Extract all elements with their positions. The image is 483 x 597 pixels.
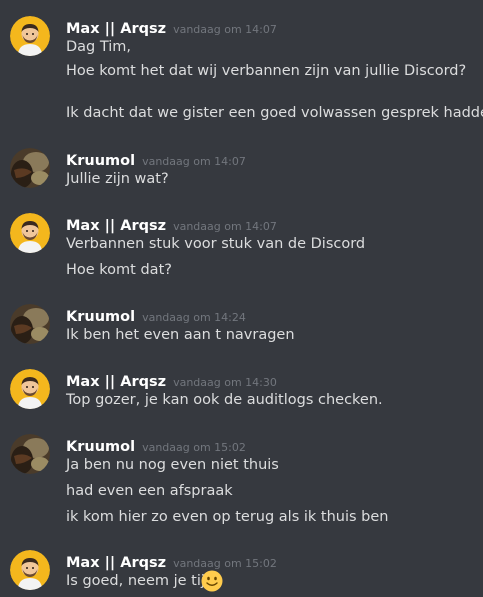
max-avatar-icon[interactable]	[10, 369, 50, 409]
message-text: had even een afspraak	[66, 483, 233, 499]
message-text: Ja ben nu nog even niet thuis	[66, 457, 279, 473]
timestamp: vandaag om 14:24	[142, 311, 246, 324]
kruumol-avatar-icon[interactable]	[10, 148, 50, 188]
message-text: Hoe komt het dat wij verbannen zijn van …	[66, 63, 467, 79]
message-text: Dag Tim,	[66, 39, 132, 55]
author-name[interactable]: Kruumol	[66, 153, 135, 169]
max-avatar-icon[interactable]	[10, 550, 50, 590]
message-text: Ik dacht dat we gister een goed volwasse…	[66, 105, 483, 121]
message-text: ik kom hier zo even op terug als ik thui…	[66, 509, 389, 525]
message-header: Kruumol vandaag om 14:07	[66, 150, 246, 169]
timestamp: vandaag om 14:07	[142, 155, 246, 168]
chat-messages: Max || Arqsz vandaag om 14:07 Dag Tim, Ho…	[0, 0, 483, 597]
timestamp: vandaag om 14:07	[173, 220, 277, 233]
message-header: Max || Arqsz vandaag om 14:07	[66, 18, 277, 37]
max-avatar-icon[interactable]	[10, 213, 50, 253]
author-name[interactable]: Kruumol	[66, 309, 135, 325]
timestamp: vandaag om 15:02	[173, 557, 277, 570]
message-text: Hoe komt dat?	[66, 262, 172, 278]
message-header: Max || Arqsz vandaag om 14:30	[66, 371, 277, 390]
message-header: Kruumol vandaag om 14:24	[66, 306, 246, 325]
message-text: Verbannen stuk voor stuk van de Discord	[66, 236, 366, 252]
timestamp: vandaag om 15:02	[142, 441, 246, 454]
slightly-smiling-face-icon	[201, 570, 223, 592]
kruumol-avatar-icon[interactable]	[10, 434, 50, 474]
author-name[interactable]: Max || Arqsz	[66, 374, 166, 390]
message-header: Max || Arqsz vandaag om 14:07	[66, 215, 277, 234]
message-header: Kruumol vandaag om 15:02	[66, 436, 246, 455]
kruumol-avatar-icon[interactable]	[10, 304, 50, 344]
author-name[interactable]: Max || Arqsz	[66, 21, 166, 37]
max-avatar-icon[interactable]	[10, 16, 50, 56]
timestamp: vandaag om 14:30	[173, 376, 277, 389]
message-header: Max || Arqsz vandaag om 15:02	[66, 552, 277, 571]
timestamp: vandaag om 14:07	[173, 23, 277, 36]
author-name[interactable]: Max || Arqsz	[66, 555, 166, 571]
author-name[interactable]: Max || Arqsz	[66, 218, 166, 234]
message-text: Is goed, neem je tijd	[66, 573, 215, 589]
message-text: Top gozer, je kan ook de auditlogs check…	[66, 392, 383, 408]
message-text: Jullie zijn wat?	[66, 171, 169, 187]
author-name[interactable]: Kruumol	[66, 439, 135, 455]
message-text: Ik ben het even aan t navragen	[66, 327, 295, 343]
